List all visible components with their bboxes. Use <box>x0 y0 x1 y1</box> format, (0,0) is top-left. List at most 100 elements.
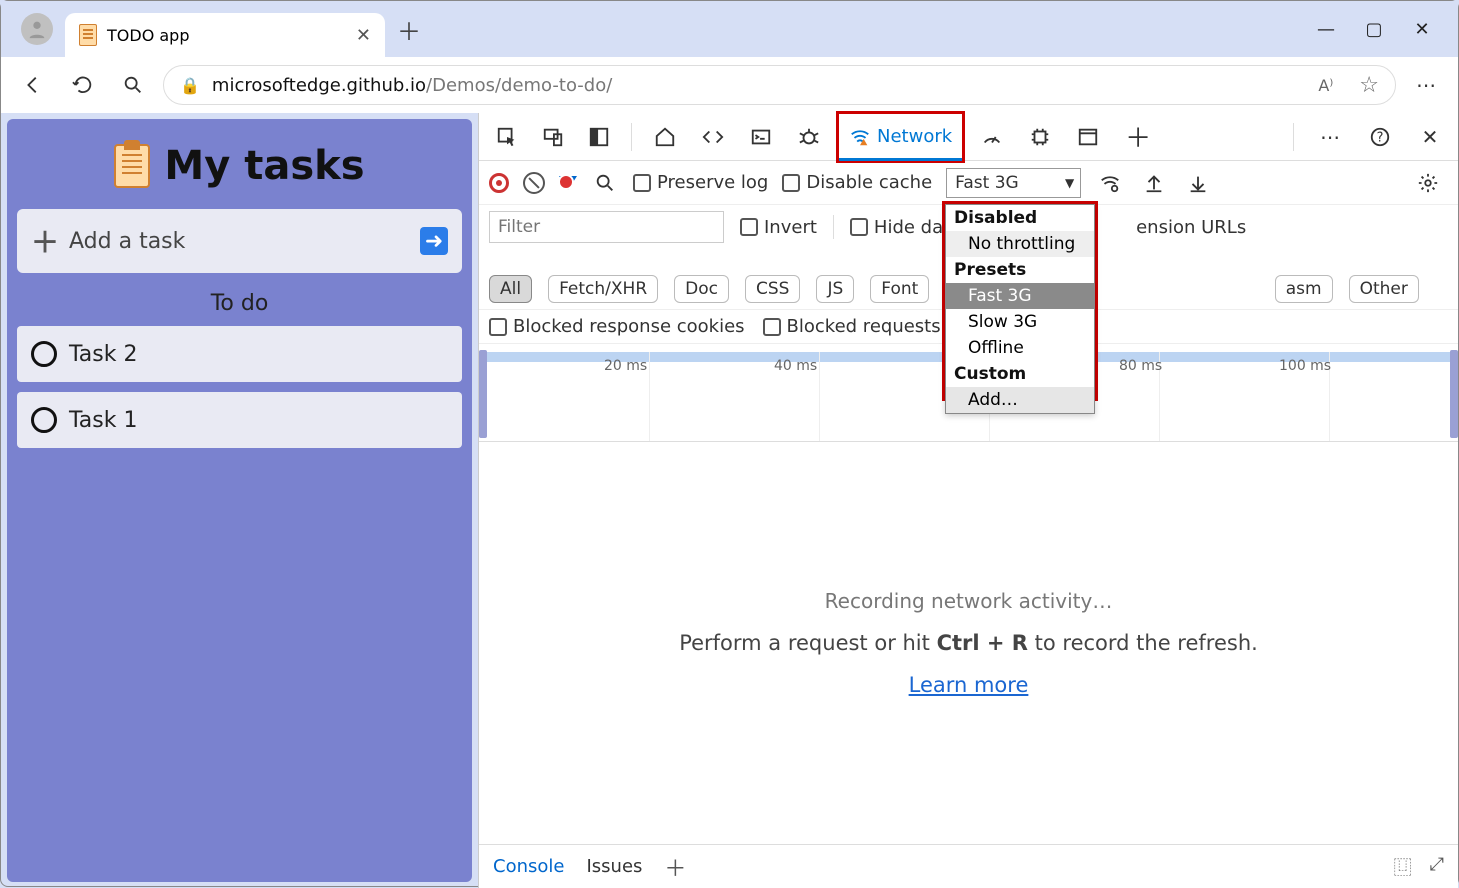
tab-application[interactable] <box>1067 114 1109 160</box>
filter-input[interactable] <box>489 211 724 243</box>
clipboard-icon <box>114 144 150 188</box>
tab-sources[interactable] <box>788 114 830 160</box>
filter-type-other[interactable]: Other <box>1349 275 1419 303</box>
checkbox-icon <box>633 174 651 192</box>
filter-type-font[interactable]: Font <box>870 275 929 303</box>
hint-pre: Perform a request or hit <box>679 631 936 655</box>
more-tabs-button[interactable]: ＋ <box>1115 114 1161 160</box>
tab-close-icon[interactable]: ✕ <box>356 25 371 46</box>
timeline-tick: 80 ms <box>1119 358 1162 374</box>
arrow-left-icon <box>22 74 44 96</box>
gauge-icon <box>981 126 1003 148</box>
tab-network[interactable]: Network <box>839 114 962 160</box>
add-task-input[interactable]: ＋ Add a task ➜ <box>17 209 462 273</box>
task-item[interactable]: Task 1 <box>17 392 462 448</box>
search-icon <box>594 172 616 194</box>
network-settings-button[interactable] <box>1408 163 1448 203</box>
filter-type-css[interactable]: CSS <box>745 275 800 303</box>
plus-icon: ＋ <box>1125 118 1151 155</box>
filter-type-wasm[interactable]: asm <box>1275 275 1333 303</box>
drawer-add-tab-button[interactable]: ＋ <box>664 851 686 883</box>
network-conditions-button[interactable] <box>1095 163 1125 203</box>
inspect-element-button[interactable] <box>487 117 527 157</box>
device-toggle-button[interactable] <box>533 117 573 157</box>
search-network-button[interactable] <box>591 163 619 203</box>
record-button[interactable] <box>489 173 509 193</box>
filter-type-all[interactable]: All <box>489 275 532 303</box>
more-menu-button[interactable]: ⋯ <box>1406 65 1446 105</box>
filter-type-fetch[interactable]: Fetch/XHR <box>548 275 658 303</box>
timeline-handle-right[interactable] <box>1450 350 1458 438</box>
filter-toggle-button[interactable] <box>559 176 577 190</box>
address-bar[interactable]: 🔒 microsoftedge.github.io/Demos/demo-to-… <box>163 65 1396 105</box>
throttling-option-slow-3g[interactable]: Slow 3G <box>946 309 1094 335</box>
refresh-icon <box>72 74 94 96</box>
todo-heading-text: My tasks <box>164 143 364 189</box>
learn-more-link[interactable]: Learn more <box>909 673 1029 697</box>
checkbox-icon <box>782 174 800 192</box>
section-label: To do <box>17 273 462 326</box>
recording-text: Recording network activity… <box>825 589 1113 613</box>
drawer-tab-issues[interactable]: Issues <box>586 856 642 877</box>
clear-button[interactable] <box>523 172 545 194</box>
read-aloud-icon[interactable]: A⁾ <box>1318 76 1333 95</box>
tab-performance[interactable] <box>971 114 1013 160</box>
profile-avatar-icon[interactable] <box>21 13 53 45</box>
drawer-tab-console[interactable]: Console <box>493 856 564 877</box>
back-button[interactable] <box>13 65 53 105</box>
more-tools-button[interactable]: ⋯ <box>1310 117 1350 157</box>
browser-titlebar: TODO app ✕ ＋ — ▢ ✕ <box>1 1 1458 57</box>
task-item[interactable]: Task 2 <box>17 326 462 382</box>
filter-type-doc[interactable]: Doc <box>674 275 729 303</box>
checkbox-icon <box>489 318 507 336</box>
favorite-icon[interactable]: ☆ <box>1359 73 1379 98</box>
disable-cache-checkbox[interactable]: Disable cache <box>782 172 932 193</box>
checkbox-icon <box>850 218 868 236</box>
close-devtools-button[interactable]: ✕ <box>1410 117 1450 157</box>
help-icon: ? <box>1369 126 1391 148</box>
help-button[interactable]: ? <box>1360 117 1400 157</box>
checkbox-icon <box>763 318 781 336</box>
new-tab-button[interactable]: ＋ <box>391 11 427 47</box>
throttling-menu[interactable]: Disabled No throttling Presets Fast 3G S… <box>945 204 1095 414</box>
hint-kbd: Ctrl + R <box>937 631 1028 655</box>
tab-network-highlight: Network <box>836 111 965 163</box>
tab-console[interactable] <box>740 114 782 160</box>
svg-text:?: ? <box>1377 130 1384 145</box>
wifi-gear-icon <box>1099 172 1121 194</box>
tab-memory[interactable] <box>1019 114 1061 160</box>
url-path: /Demos/demo-to-do/ <box>426 75 612 96</box>
blocked-cookies-checkbox[interactable]: Blocked response cookies <box>489 316 745 337</box>
minimize-icon[interactable]: — <box>1316 19 1336 40</box>
close-window-icon[interactable]: ✕ <box>1412 19 1432 40</box>
hint-text: Perform a request or hit Ctrl + R to rec… <box>679 631 1258 655</box>
browser-tab[interactable]: TODO app ✕ <box>65 13 385 57</box>
throttling-option-add[interactable]: Add… <box>946 387 1094 413</box>
export-har-button[interactable] <box>1183 163 1213 203</box>
hint-post: to record the refresh. <box>1028 631 1258 655</box>
import-har-button[interactable] <box>1139 163 1169 203</box>
throttling-select[interactable]: Fast 3G <box>946 168 1081 198</box>
tab-elements[interactable] <box>692 114 734 160</box>
preserve-log-checkbox[interactable]: Preserve log <box>633 172 768 193</box>
task-checkbox-icon[interactable] <box>31 341 57 367</box>
tab-welcome[interactable] <box>644 114 686 160</box>
invert-checkbox[interactable]: Invert <box>740 217 817 238</box>
throttling-option-fast-3g[interactable]: Fast 3G <box>946 283 1094 309</box>
submit-task-button[interactable]: ➜ <box>420 227 448 255</box>
filter-type-js[interactable]: JS <box>816 275 854 303</box>
maximize-icon[interactable]: ▢ <box>1364 19 1384 40</box>
checkbox-icon <box>740 218 758 236</box>
dock-side-button[interactable] <box>579 117 619 157</box>
throttling-group-presets: Presets <box>946 257 1094 283</box>
drawer-expand-icon[interactable]: ⤢ <box>1430 854 1444 880</box>
drawer-toggle-icon[interactable]: ⿶ <box>1394 854 1412 880</box>
refresh-button[interactable] <box>63 65 103 105</box>
timeline-handle-left[interactable] <box>479 350 487 438</box>
blocked-requests-checkbox[interactable]: Blocked requests <box>763 316 941 337</box>
throttling-option-no-throttling[interactable]: No throttling <box>946 231 1094 257</box>
preserve-log-label: Preserve log <box>657 172 768 193</box>
throttling-option-offline[interactable]: Offline <box>946 335 1094 361</box>
task-checkbox-icon[interactable] <box>31 407 57 433</box>
search-button[interactable] <box>113 65 153 105</box>
